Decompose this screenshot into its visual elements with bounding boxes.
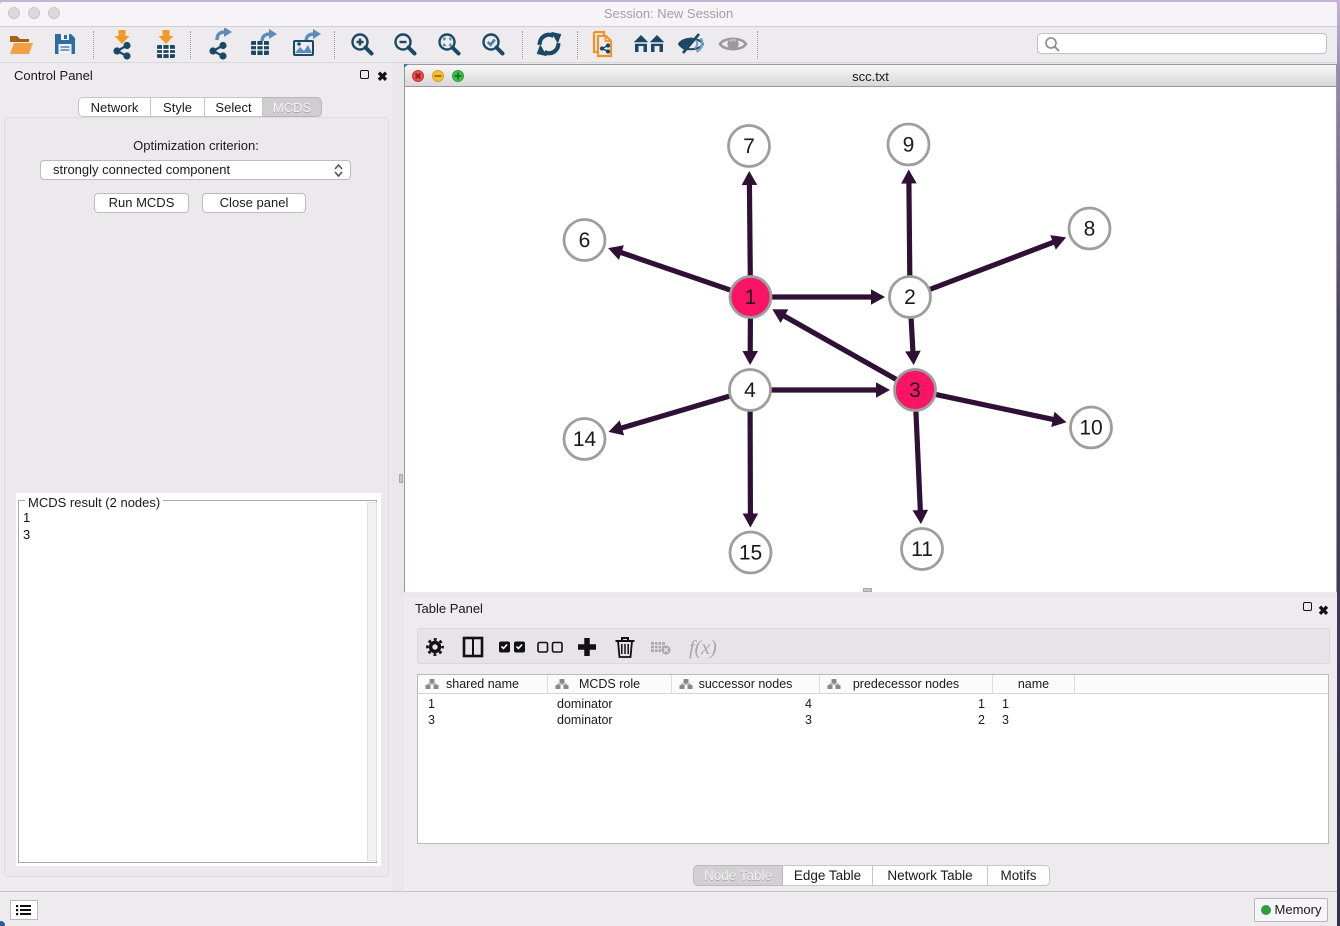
svg-text:2: 2 xyxy=(904,286,916,309)
svg-text:9: 9 xyxy=(903,134,915,157)
svg-text:1: 1 xyxy=(745,286,757,309)
svg-text:3: 3 xyxy=(909,379,921,402)
svg-text:15: 15 xyxy=(739,542,762,565)
svg-text:14: 14 xyxy=(573,428,597,451)
svg-text:8: 8 xyxy=(1084,218,1096,241)
svg-text:6: 6 xyxy=(579,229,591,252)
svg-text:7: 7 xyxy=(743,135,755,158)
svg-text:11: 11 xyxy=(911,538,933,561)
svg-text:4: 4 xyxy=(744,379,756,402)
svg-text:10: 10 xyxy=(1079,417,1102,440)
svg-text:f(x): f(x) xyxy=(689,637,717,659)
